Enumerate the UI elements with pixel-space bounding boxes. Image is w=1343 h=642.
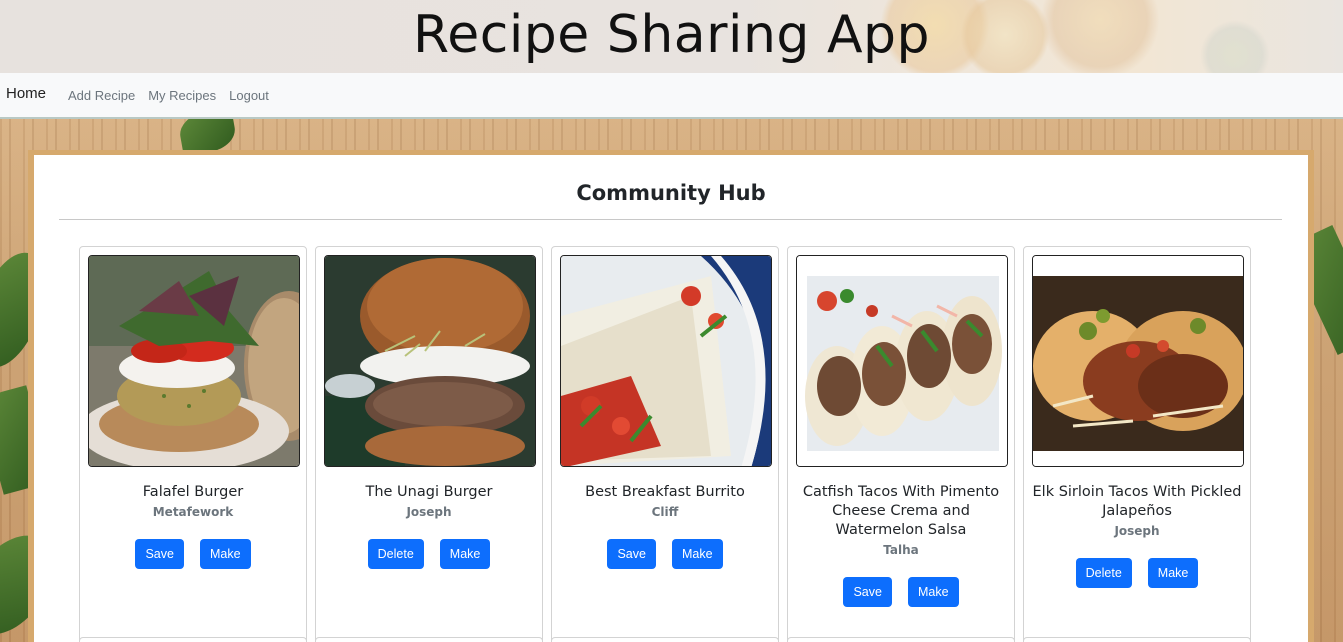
recipe-card: The Unagi Burger Joseph Delete Make	[315, 246, 543, 642]
make-button[interactable]: Make	[907, 577, 959, 607]
recipe-card: Falafel Burger Metafework Save Make	[79, 246, 307, 642]
unagi-burger-photo	[325, 256, 535, 466]
recipe-card-list: Falafel Burger Metafework Save Make The …	[79, 246, 1251, 642]
recipe-info: Falafel Burger Metafework Save Make	[86, 483, 300, 569]
recipe-card	[551, 637, 779, 642]
recipe-card	[1023, 637, 1251, 642]
recipe-author: Metafework	[152, 505, 234, 519]
make-button[interactable]: Make	[439, 539, 491, 569]
recipe-actions: Delete Make	[1030, 558, 1244, 588]
nav-home-link[interactable]: Home	[6, 85, 46, 102]
recipe-image[interactable]	[1032, 255, 1244, 467]
make-button[interactable]: Make	[1147, 558, 1199, 588]
recipe-info: Elk Sirloin Tacos With Pickled Jalapeños…	[1030, 483, 1244, 588]
save-button[interactable]: Save	[843, 577, 892, 607]
recipe-card	[787, 637, 1015, 642]
recipe-info: Best Breakfast Burrito Cliff Save Make	[558, 483, 772, 569]
delete-button[interactable]: Delete	[367, 539, 424, 569]
recipe-card: Best Breakfast Burrito Cliff Save Make	[551, 246, 779, 642]
make-button[interactable]: Make	[671, 539, 723, 569]
recipe-image[interactable]	[796, 255, 1008, 467]
recipe-author: Joseph	[1114, 524, 1160, 538]
app-title: Recipe Sharing App	[412, 5, 931, 65]
recipe-author: Cliff	[651, 505, 679, 519]
catfish-tacos-photo	[797, 256, 1007, 466]
recipe-title: Falafel Burger	[142, 484, 244, 500]
save-button[interactable]: Save	[135, 539, 184, 569]
nav-my-recipes-link[interactable]: My Recipes	[148, 88, 216, 103]
nav-logout-link[interactable]: Logout	[229, 88, 269, 103]
recipe-title: Elk Sirloin Tacos With Pickled Jalapeños	[1032, 484, 1242, 519]
recipe-info: Catfish Tacos With Pimento Cheese Crema …	[794, 483, 1008, 607]
recipe-author: Joseph	[406, 505, 452, 519]
delete-button[interactable]: Delete	[1075, 558, 1132, 588]
recipe-title: Catfish Tacos With Pimento Cheese Crema …	[802, 484, 1000, 538]
nav-links: Add Recipe My Recipes Logout	[68, 88, 269, 103]
app-header: Recipe Sharing App	[0, 0, 1343, 73]
recipe-title: Best Breakfast Burrito	[585, 484, 745, 500]
nav-add-recipe-link[interactable]: Add Recipe	[68, 88, 135, 103]
falafel-burger-photo	[89, 256, 299, 466]
recipe-card	[315, 637, 543, 642]
recipe-info: The Unagi Burger Joseph Delete Make	[322, 483, 536, 569]
navbar: Home Add Recipe My Recipes Logout	[0, 73, 1343, 119]
recipe-image[interactable]	[324, 255, 536, 467]
page-title: Community Hub	[576, 181, 766, 205]
recipe-card-list-row-2	[79, 637, 1251, 642]
recipe-actions: Delete Make	[322, 539, 536, 569]
recipe-card: Catfish Tacos With Pimento Cheese Crema …	[787, 246, 1015, 642]
recipe-image[interactable]	[88, 255, 300, 467]
recipe-actions: Save Make	[794, 577, 1008, 607]
recipe-author: Talha	[883, 543, 919, 557]
recipe-actions: Save Make	[86, 539, 300, 569]
breakfast-burrito-photo	[561, 256, 771, 466]
recipe-image[interactable]	[560, 255, 772, 467]
make-button[interactable]: Make	[199, 539, 251, 569]
divider	[59, 219, 1282, 220]
recipe-card: Elk Sirloin Tacos With Pickled Jalapeños…	[1023, 246, 1251, 642]
elk-tacos-photo	[1033, 256, 1243, 466]
recipe-actions: Save Make	[558, 539, 772, 569]
save-button[interactable]: Save	[607, 539, 656, 569]
recipe-card	[79, 637, 307, 642]
recipe-title: The Unagi Burger	[365, 484, 493, 500]
